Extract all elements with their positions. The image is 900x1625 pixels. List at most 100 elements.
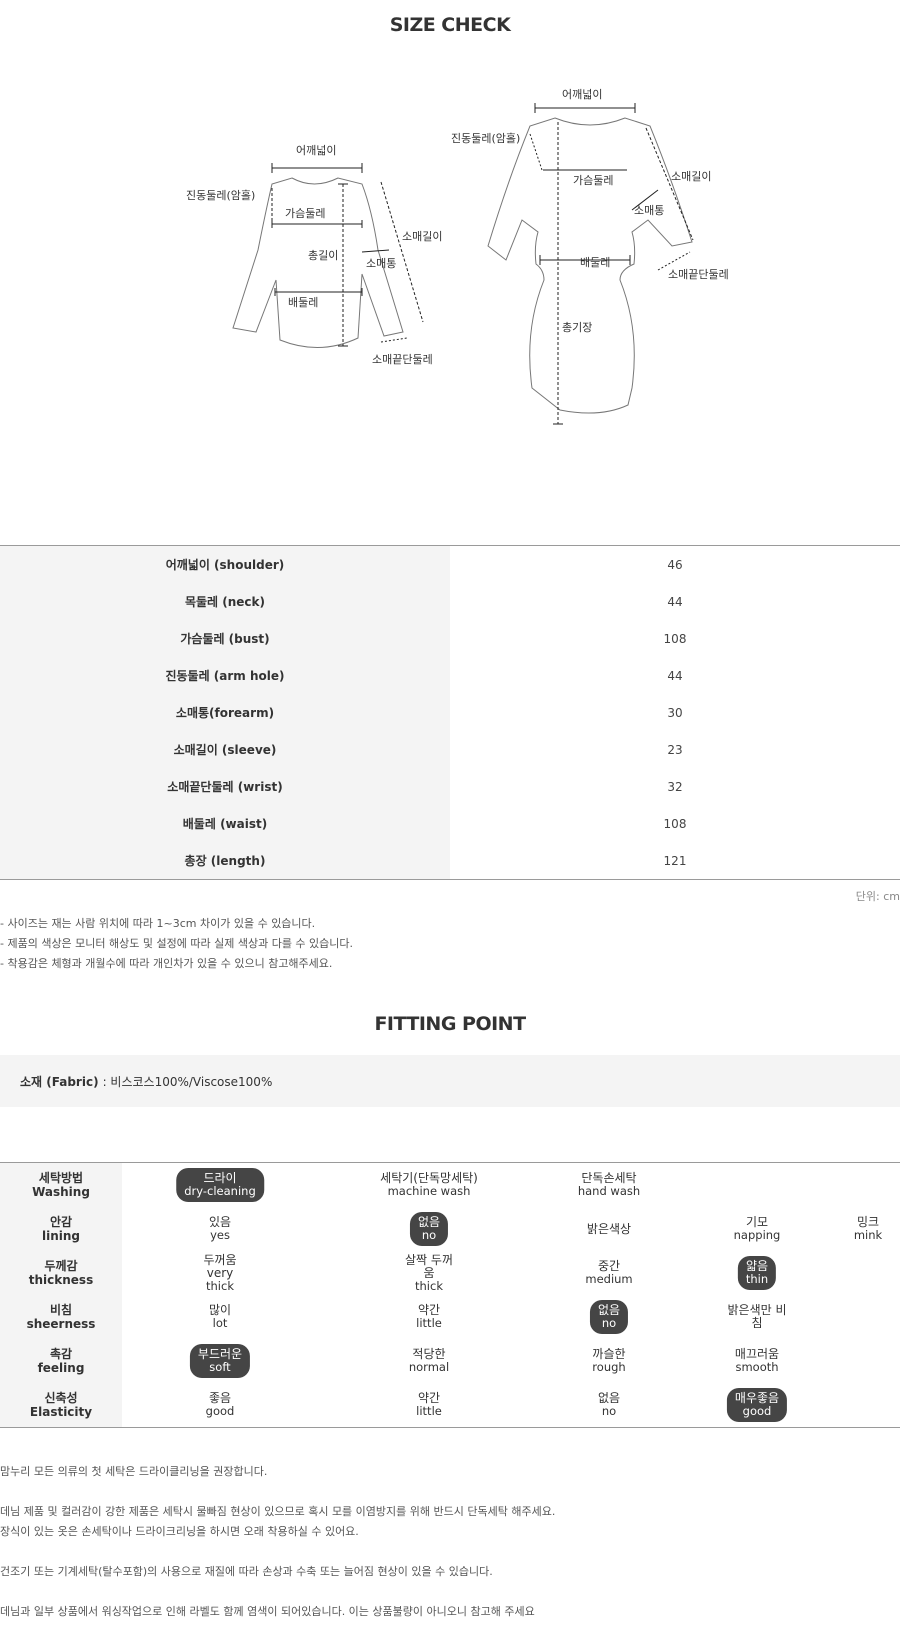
dress-length-label: 총기장	[562, 321, 592, 334]
fitting-option-text: 없음 no	[589, 1300, 629, 1334]
fitting-option: 적당한 normal	[401, 1339, 457, 1383]
fitting-option-en: little	[416, 1404, 442, 1418]
care-note-line: 데님과 일부 상품에서 워싱작업으로 인해 라벨도 함께 염색이 되어있습니다.…	[0, 1605, 535, 1618]
fitting-option-en: mink	[853, 1228, 883, 1242]
fitting-option-text: 없음 no	[597, 1391, 621, 1418]
fitting-row-header: 신축성 Elasticity	[0, 1383, 122, 1427]
fitting-row: 두께감 thickness 두꺼움 very thick 살짝 두꺼 움 thick 중간 med…	[0, 1251, 900, 1295]
fitting-option-text: 좋음 good	[205, 1391, 235, 1418]
fitting-category-ko: 세탁방법	[38, 1171, 84, 1185]
fitting-option: 중간 medium	[577, 1251, 640, 1295]
fitting-option-text: 매끄러움 smooth	[734, 1347, 780, 1374]
top-shoulder-label: 어깨넓이	[296, 144, 336, 157]
fitting-row: 촉감 feeling 부드러운 soft 적당한 normal 까슬한 rough 매끄러움 sm…	[0, 1339, 900, 1383]
fitting-option-text: 드라이 dry-cleaning	[176, 1168, 264, 1202]
fitting-row: 신축성 Elasticity 좋음 good 약간 little 없음 no 매우좋음 good	[0, 1383, 900, 1427]
note-line: - 사이즈는 재는 사람 위치에 따라 1~3cm 차이가 있을 수 있습니다.	[0, 917, 316, 930]
fitting-option-text: 약간 little	[416, 1391, 442, 1418]
measure-value: 46	[667, 557, 683, 572]
measure-label: 어깨넓이 (shoulder)	[0, 546, 450, 583]
fitting-option: 있음 yes	[201, 1207, 239, 1251]
fitting-option-text: 있음 yes	[208, 1215, 232, 1242]
fitting-option: 세탁기(단독망세탁) machine wash	[372, 1163, 486, 1207]
fitting-option: 살짝 두꺼 움 thick	[397, 1251, 461, 1295]
measure-value: 108	[663, 631, 687, 646]
fitting-option-selected: 없음 no	[589, 1295, 629, 1339]
care-note-line	[0, 1542, 555, 1562]
table-row: 총장 (length) 121	[0, 842, 900, 879]
fitting-row-header: 세탁방법 Washing	[0, 1163, 122, 1207]
care-note-line: 맘누리 모든 의류의 첫 세탁은 드라이클리닝을 권장합니다.	[0, 1465, 268, 1478]
size-diagram: 어깨넓이 진동둘레(암홀) 가슴둘레 총길이 소매통 소매길이 배둘레 소매끝단…	[0, 70, 900, 440]
care-note-line: 건조기 또는 기계세탁(탈수포함)의 사용으로 재질에 따라 손상과 수축 또는…	[0, 1565, 493, 1578]
note-line: - 제품의 색상은 모니터 해상도 및 설정에 따라 실제 색상과 다를 수 있…	[0, 937, 354, 950]
fitting-option-en: thick	[206, 1278, 234, 1293]
unit-label: 단위: cm	[855, 890, 900, 903]
top-wrist-label: 소매끝단둘레	[372, 353, 433, 366]
measure-label: 소매통(forearm)	[0, 694, 450, 731]
care-note-line: 데님 제품 및 컬러감이 강한 제품은 세탁시 물빠짐 현상이 있으므로 혹시 …	[0, 1505, 556, 1518]
fitting-category-ko: 촉감	[49, 1347, 73, 1361]
fitting-row-header: 안감 lining	[0, 1207, 122, 1251]
table-row: 목둘레 (neck) 44	[0, 583, 900, 620]
fitting-option-text: 두꺼움 very thick	[203, 1252, 237, 1293]
measure-value: 32	[667, 779, 683, 794]
fitting-table: 세탁방법 Washing 드라이 dry-cleaning 세탁기(단독망세탁) mach…	[0, 1162, 900, 1428]
fitting-option-en: yes	[210, 1228, 230, 1242]
fitting-point-title: FITTING POINT	[374, 1013, 526, 1035]
measure-value: 121	[663, 853, 687, 868]
measure-label: 소매길이 (sleeve)	[0, 731, 450, 768]
fitting-option: 약간 little	[408, 1383, 450, 1427]
dress-shoulder-label: 어깨넓이	[562, 88, 602, 101]
fitting-option: 많이 lot	[201, 1295, 239, 1339]
fitting-category-en: Washing	[32, 1185, 90, 1199]
care-note-line	[0, 1482, 555, 1502]
size-notes: - 사이즈는 재는 사람 위치에 따라 1~3cm 차이가 있을 수 있습니다.…	[0, 914, 353, 974]
fitting-category-ko: 비침	[49, 1303, 73, 1317]
measure-label: 가슴둘레 (bust)	[0, 620, 450, 657]
fitting-option-text: 많이 lot	[208, 1303, 232, 1330]
measure-label: 총장 (length)	[0, 842, 450, 879]
measure-label: 배둘레 (waist)	[0, 805, 450, 842]
fitting-category-ko: 신축성	[44, 1391, 78, 1405]
fitting-option: 까슬한 rough	[584, 1339, 633, 1383]
fitting-option-selected: 매우좋음 good	[726, 1383, 788, 1427]
measure-label: 소매끝단둘레 (wrist)	[0, 768, 450, 805]
fabric-label: 소재 (Fabric)	[20, 1074, 99, 1089]
measure-value: 23	[667, 742, 683, 757]
fitting-category-en: feeling	[37, 1361, 85, 1375]
fitting-option: 약간 little	[408, 1295, 450, 1339]
fitting-row-header: 비침 sheerness	[0, 1295, 122, 1339]
fitting-option-text: 세탁기(단독망세탁) machine wash	[380, 1171, 478, 1198]
fitting-row-header: 두께감 thickness	[0, 1251, 122, 1295]
fitting-option-en: no	[421, 1228, 437, 1242]
fitting-category-en: lining	[41, 1229, 80, 1243]
fabric-info: 소재 (Fabric) : 비스코스100%/Viscose100%	[0, 1055, 900, 1107]
table-row: 소매끝단둘레 (wrist) 32	[0, 768, 900, 805]
top-sleeve-label: 소매길이	[402, 230, 442, 243]
fitting-option: 밍크 mink	[846, 1207, 890, 1251]
dress-armhole-label: 진동둘레(암홀)	[451, 132, 520, 145]
fabric-value: : 비스코스100%/Viscose100%	[102, 1074, 273, 1089]
fitting-option: 기모 napping	[726, 1207, 789, 1251]
note-line: - 착용감은 체형과 개월수에 따라 개인차가 있을 수 있으니 참고해주세요.	[0, 957, 333, 970]
fitting-option-en: rough	[592, 1360, 626, 1374]
fitting-option-en: dry-cleaning	[184, 1184, 256, 1198]
fitting-option-text: 기모 napping	[733, 1215, 781, 1242]
fitting-option-text: 중간 medium	[585, 1259, 633, 1286]
table-row: 어깨넓이 (shoulder) 46	[0, 546, 900, 583]
fitting-option-text: 살짝 두꺼 움 thick	[405, 1252, 453, 1293]
fitting-option-selected: 부드러운 soft	[189, 1339, 251, 1383]
care-note-line: 장식이 있는 옷은 손세탁이나 드라이크리닝을 하시면 오래 착용하실 수 있어…	[0, 1525, 359, 1538]
measurement-table: 어깨넓이 (shoulder) 46 목둘레 (neck) 44 가슴둘레 (bus…	[0, 545, 900, 880]
fitting-category-ko: 두께감	[44, 1259, 78, 1273]
fitting-option-text: 밍크 mink	[853, 1215, 883, 1242]
care-notes: 맘누리 모든 의류의 첫 세탁은 드라이클리닝을 권장합니다. 데님 제품 및 …	[0, 1462, 555, 1622]
fitting-option-en: no	[601, 1404, 617, 1418]
fitting-option: 밝은색상	[579, 1207, 639, 1251]
measurement-diagram-svg: 어깨넓이 진동둘레(암홀) 가슴둘레 총길이 소매통 소매길이 배둘레 소매끝단…	[186, 88, 729, 425]
fitting-option-text: 까슬한 rough	[592, 1347, 626, 1374]
fitting-option-selected: 얇음 thin	[737, 1251, 777, 1295]
dress-bust-label: 가슴둘레	[573, 174, 613, 187]
top-length-label: 총길이	[308, 249, 338, 262]
